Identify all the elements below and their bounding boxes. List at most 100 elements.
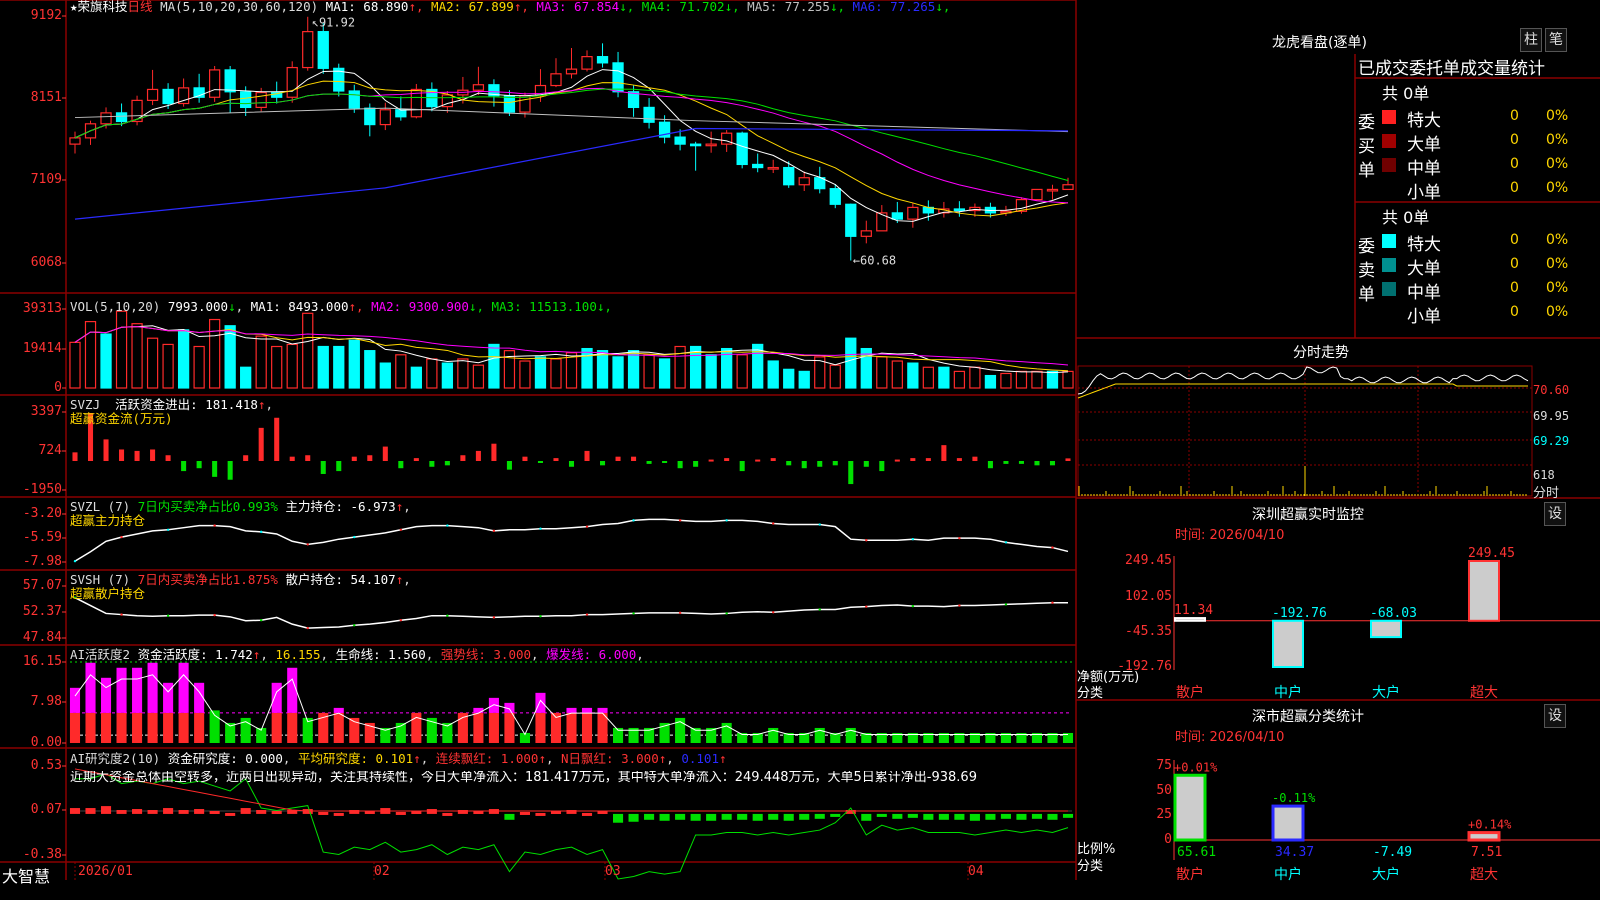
svzj-bar	[739, 461, 745, 472]
candle-body	[550, 73, 562, 87]
ai-active-bar	[132, 712, 143, 743]
candle-body	[115, 112, 128, 123]
candle-body	[565, 68, 578, 75]
volume-bar	[457, 358, 469, 389]
research-bar	[628, 813, 639, 822]
research-bar	[659, 813, 670, 821]
dragon-row-label: 小单	[1407, 307, 1441, 327]
intraday-axis-label: 70.60	[1533, 383, 1570, 397]
svzl-dot	[259, 530, 263, 534]
stock-name: 荣旗科技	[77, 0, 128, 14]
volume-bar	[627, 350, 640, 389]
svzl-dot	[632, 519, 635, 522]
ma-value: MA5: 77.255	[747, 0, 830, 14]
axis-label: 3397	[30, 404, 62, 419]
volume-bar	[953, 370, 966, 389]
svsh-dot	[678, 611, 682, 615]
svzj-bar	[243, 455, 249, 461]
dragon-row-pct: 0%	[1546, 280, 1569, 296]
research-bar	[768, 813, 779, 820]
ai-research-d: N日飘红: 3.000	[561, 751, 659, 766]
svzj-bar	[1065, 458, 1071, 461]
ai-research-header: AI研究度2(10) 资金研究度: 0.000, 平均研究度: 0.101↑, …	[70, 751, 727, 766]
svzj-bar	[103, 439, 109, 461]
ai-active-bar-top	[178, 662, 189, 713]
candle-body	[596, 56, 609, 64]
svzj-bar	[320, 461, 326, 474]
volume-bar	[286, 343, 298, 389]
dragon-row-pct: 0%	[1546, 132, 1569, 148]
svzl-ratio: 7日内买卖净占比0.993%	[137, 499, 278, 514]
svzl-header: SVZL (7) 7日内买卖净占比0.993% 主力持仓: -6.973↑, 超赢…	[70, 499, 411, 528]
candle-body	[317, 31, 329, 69]
intraday-title: 分时走势	[1293, 345, 1349, 361]
monitor-category: 超大	[1470, 685, 1498, 701]
svzl-dot	[73, 559, 77, 563]
dragon-header: 已成交委托单成交量统计	[1358, 59, 1545, 79]
ma-value: MA3: 67.854	[536, 0, 620, 14]
volume-bar	[969, 366, 981, 389]
candle-body	[689, 143, 702, 147]
axis-label: 52.37	[22, 604, 62, 619]
ai-active-bar-top	[85, 662, 96, 713]
svzl-dot	[725, 519, 728, 522]
intraday-axis-label: 69.95	[1533, 409, 1570, 423]
monitor-category: 大户	[1372, 685, 1400, 701]
axis-label: -0.38	[22, 847, 62, 862]
volume-bar	[146, 337, 159, 389]
dragon-row-pct: 0%	[1546, 156, 1569, 172]
volume-bar	[767, 360, 779, 389]
svzj-bar	[491, 443, 497, 461]
svzl-dot	[353, 535, 356, 539]
svsh-dot	[585, 613, 589, 616]
axis-label: 724	[38, 443, 62, 458]
svsh-dot	[492, 616, 496, 619]
brand-logo: 大智慧	[2, 867, 51, 886]
research-bar	[240, 808, 251, 814]
svsh-ratio: 7日内买卖净占比1.875%	[137, 572, 278, 587]
dragon-total: 共 0单	[1382, 84, 1430, 103]
svsh-dot	[213, 613, 216, 617]
research-bar	[581, 812, 593, 816]
svzj-sub: 超赢资金流(万元)	[70, 411, 173, 426]
ai-active-bar-top	[287, 667, 298, 713]
bar-mode-button[interactable]: 柱	[1520, 28, 1542, 52]
svzj-bar	[72, 452, 78, 461]
svzj-bar	[646, 461, 652, 464]
svzj-bar	[553, 458, 559, 461]
svzl-dot	[539, 527, 542, 530]
svzj-bar	[196, 461, 202, 469]
dragon-row-value: 0	[1510, 156, 1519, 172]
sz-monitor-settings-button[interactable]: 设	[1544, 502, 1566, 526]
svzj-bar	[475, 450, 481, 461]
svzj-bar	[150, 449, 156, 461]
dragon-row-label: 中单	[1407, 159, 1441, 179]
monitor-axis-label: 102.05	[1125, 589, 1172, 604]
ai-active-bar	[69, 712, 81, 743]
svsh-dot	[1004, 603, 1008, 606]
candle-body	[302, 31, 314, 69]
svzj-bar	[134, 450, 140, 461]
intraday-avg-line	[1077, 383, 1528, 399]
research-bar	[644, 813, 655, 820]
candle-body	[519, 95, 531, 113]
svzj-bar	[879, 461, 885, 472]
dragon-side-char: 买	[1358, 137, 1375, 157]
class-category: 中户	[1274, 867, 1302, 883]
axis-label: 9192	[30, 8, 62, 23]
dragon-row-label: 特大	[1407, 235, 1441, 255]
volume-bar	[410, 366, 422, 389]
sz-class-settings-button[interactable]: 设	[1544, 704, 1566, 728]
vol-ma-arrow: ↓,	[596, 299, 612, 314]
ai-active-bar	[147, 712, 158, 743]
svzj-bar	[444, 461, 450, 466]
ma-arrow: ↓,	[829, 0, 853, 14]
monitor-bar-label: -68.03	[1370, 606, 1417, 621]
svsh-dot	[958, 604, 961, 607]
candle-body	[783, 166, 795, 186]
svzl-dot	[958, 536, 961, 540]
research-bar	[194, 809, 205, 814]
research-bar	[519, 811, 530, 815]
candle-body	[767, 166, 779, 170]
pen-mode-button[interactable]: 笔	[1545, 28, 1567, 52]
